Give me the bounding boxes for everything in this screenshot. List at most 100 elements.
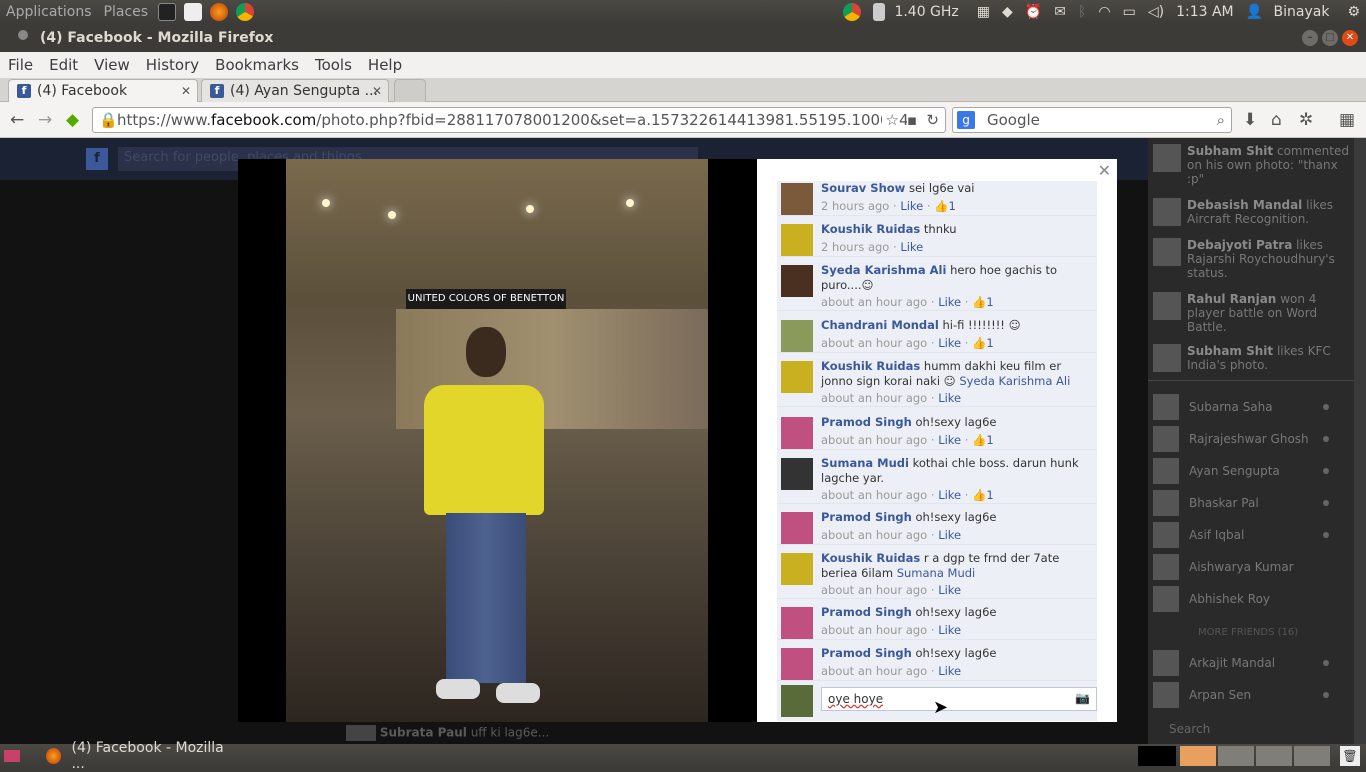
commenter-avatar[interactable] — [781, 553, 813, 585]
commenter-name[interactable]: Pramod Singh — [821, 605, 912, 619]
comment-time[interactable]: about an hour ago — [821, 528, 927, 542]
volume-icon[interactable]: ◁) — [1148, 4, 1164, 20]
chat-friend[interactable]: Arkajit Mandal — [1153, 650, 1343, 676]
search-bar[interactable]: g Google ⌕ — [952, 107, 1232, 133]
menu-history[interactable]: History — [138, 56, 207, 74]
chat-friend[interactable]: Aishwarya Kumar — [1153, 554, 1343, 580]
trash-icon[interactable]: 🗑 — [1340, 746, 1360, 766]
commenter-avatar[interactable] — [781, 512, 813, 544]
commenter-name[interactable]: Koushik Ruidas — [821, 222, 920, 236]
page-scrollbar[interactable] — [1354, 138, 1366, 744]
home-icon[interactable]: ⌂ — [1271, 110, 1282, 130]
chat-friend[interactable]: Subarna Saha — [1153, 394, 1343, 420]
comment-time[interactable]: about an hour ago — [821, 433, 927, 447]
like-link[interactable]: Like — [938, 391, 961, 405]
wifi-icon[interactable]: ◠ — [1098, 4, 1110, 20]
ticker-item[interactable]: Debajyoti Patra likes Rajarshi Roychoudh… — [1153, 238, 1349, 280]
chat-friend[interactable]: Asif Iqbal — [1153, 522, 1343, 548]
monitor-icon[interactable]: ▦ — [977, 4, 990, 20]
comment-time[interactable]: about an hour ago — [821, 336, 927, 350]
chat-friend[interactable]: Abhishek Roy — [1153, 586, 1343, 612]
new-tab-button[interactable] — [394, 79, 426, 102]
bluetooth-icon[interactable]: ᛒ — [1078, 4, 1086, 20]
commenter-avatar[interactable] — [781, 183, 813, 215]
facebook-logo-icon[interactable]: f — [86, 148, 108, 170]
close-window-icon[interactable]: ✕ — [1342, 30, 1358, 46]
bookmark-star-icon[interactable]: ☆ — [881, 108, 899, 132]
applications-menu[interactable]: Applications — [0, 4, 98, 20]
ticker-item[interactable]: Rahul Ranjan won 4 player battle on Word… — [1153, 292, 1349, 334]
like-count[interactable]: 👍1 — [972, 488, 994, 502]
commenter-avatar[interactable] — [781, 224, 813, 256]
reader-icon[interactable]: ▪ — [906, 108, 917, 132]
like-count[interactable]: 👍1 — [934, 199, 956, 213]
comment-time[interactable]: about an hour ago — [821, 583, 927, 597]
like-link[interactable]: Like — [938, 664, 961, 678]
chat-friend[interactable]: Bhaskar Pal — [1153, 490, 1343, 516]
like-link[interactable]: Like — [938, 528, 961, 542]
chat-friend[interactable]: Ayan Sengupta — [1153, 458, 1343, 484]
commenter-avatar[interactable] — [781, 417, 813, 449]
show-desktop-icon[interactable] — [4, 750, 20, 762]
commenter-name[interactable]: Pramod Singh — [821, 415, 912, 429]
chat-friend[interactable]: Arpan Sen — [1153, 682, 1343, 708]
commenter-name[interactable]: Chandrani Mondal — [821, 318, 939, 332]
url-bar[interactable]: 🔒 https://www.facebook.com/photo.php?fbi… — [92, 107, 946, 133]
firefox-launcher-icon[interactable] — [210, 3, 229, 21]
menu-bookmarks[interactable]: Bookmarks — [207, 56, 307, 74]
chat-search-input[interactable]: Search — [1153, 722, 1349, 740]
ticker-item[interactable]: Subham Shit commented on his own photo: … — [1153, 144, 1349, 186]
photo[interactable]: UNITED COLORS OF BENETTON — [286, 159, 708, 722]
settings-gear-icon[interactable]: ⚙ — [1347, 4, 1360, 20]
places-menu[interactable]: Places — [98, 4, 155, 20]
workspace-1[interactable] — [1180, 746, 1216, 766]
commenter-name[interactable]: Sourav Show — [821, 181, 905, 195]
close-photo-icon[interactable]: ✕ — [1098, 161, 1111, 180]
ticker-item[interactable]: Debasish Mandal likes Aircraft Recogniti… — [1153, 198, 1349, 226]
camera-icon[interactable]: 📷 — [1075, 691, 1090, 705]
menu-tools[interactable]: Tools — [307, 56, 360, 74]
mention-link[interactable]: Sumana Mudi — [897, 566, 976, 580]
forward-icon[interactable]: → — [38, 110, 52, 130]
commenter-avatar[interactable] — [781, 320, 813, 352]
menu-file[interactable]: File — [0, 56, 41, 74]
comment-time[interactable]: about an hour ago — [821, 623, 927, 637]
mail-icon[interactable]: ✉ — [1054, 4, 1066, 20]
alarm-clock-icon[interactable]: ⏰ — [1025, 4, 1042, 20]
like-link[interactable]: Like — [938, 488, 961, 502]
menu-edit[interactable]: Edit — [41, 56, 86, 74]
ticker-item[interactable]: Subham Shit likes KFC India's photo. — [1153, 344, 1349, 372]
photo-viewer[interactable]: UNITED COLORS OF BENETTON — [238, 159, 758, 722]
commenter-name[interactable]: Koushik Ruidas — [821, 551, 920, 565]
dropbox-icon[interactable]: ◆ — [1002, 4, 1013, 20]
like-link[interactable]: Like — [938, 433, 961, 447]
chrome-indicator-icon[interactable] — [843, 3, 862, 21]
workspace-2[interactable] — [1218, 746, 1254, 766]
window-menu-icon[interactable] — [18, 30, 28, 40]
like-link[interactable]: Like — [900, 240, 923, 254]
chrome-launcher-icon[interactable] — [236, 3, 255, 21]
tab-ayan-sengupta[interactable]: f (4) Ayan Sengupta ... ✕ — [201, 79, 389, 102]
text-editor-icon[interactable] — [184, 3, 203, 21]
user-menu[interactable]: 👤 Binayak — [1246, 4, 1336, 20]
comment-time[interactable]: about an hour ago — [821, 295, 927, 309]
google-engine-icon[interactable]: g — [957, 111, 975, 129]
maximize-icon[interactable]: □ — [1322, 30, 1338, 46]
comment-time[interactable]: about an hour ago — [821, 488, 927, 502]
menu-view[interactable]: View — [86, 56, 138, 74]
comments-list[interactable]: Sourav Show sei lg6e vai 2 hours ago · Li… — [777, 181, 1097, 681]
taskbar-window-button[interactable]: (4) Facebook - Mozilla ... — [36, 740, 236, 772]
like-count[interactable]: 👍1 — [972, 433, 994, 447]
clock[interactable]: 1:13 AM — [1176, 4, 1234, 20]
addon-icon[interactable]: ◆ — [66, 110, 79, 130]
comment-input[interactable]: oye hoye 📷 — [821, 687, 1097, 711]
battery-icon[interactable]: ▭ — [1123, 4, 1136, 20]
workspace-3[interactable] — [1256, 746, 1292, 766]
back-icon[interactable]: ← — [10, 110, 24, 130]
system-monitor-icon[interactable] — [1138, 746, 1176, 766]
commenter-avatar[interactable] — [781, 361, 813, 393]
like-link[interactable]: Like — [938, 583, 961, 597]
tools-icon[interactable]: ✲ — [1299, 110, 1313, 130]
comment-time[interactable]: about an hour ago — [821, 664, 927, 678]
terminal-icon[interactable] — [158, 3, 177, 21]
